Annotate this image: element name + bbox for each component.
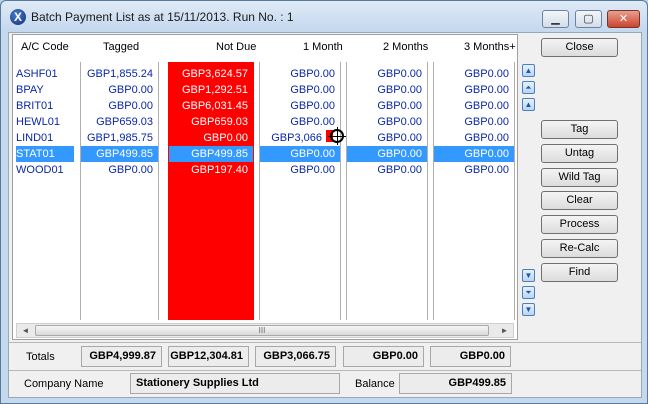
not-due-column: GBP3,624.57 GBP1,292.51 GBP6,031.45 GBP6…	[168, 62, 254, 320]
tagged-cell-selected[interactable]: GBP499.85	[81, 146, 158, 162]
app-icon: X	[10, 9, 26, 25]
not-due-cell[interactable]: GBP3,624.57	[169, 66, 253, 82]
not-due-cell[interactable]: GBP6,031.45	[169, 98, 253, 114]
one-month-cell[interactable]: GBP0.00	[260, 162, 340, 178]
one-month-cell-selected[interactable]: GBP0.00	[260, 146, 340, 162]
move-down-icon[interactable]: ▼	[522, 269, 535, 282]
two-months-cell[interactable]: GBP0.00	[347, 66, 427, 82]
header-2-months[interactable]: 2 Months	[383, 41, 428, 53]
header-code[interactable]: A/C Code	[21, 41, 69, 53]
clear-button[interactable]: Clear	[541, 191, 618, 210]
scroll-thumb[interactable]: III	[35, 325, 489, 336]
tagged-cell[interactable]: GBP1,985.75	[81, 130, 158, 146]
tagged-cell[interactable]: GBP0.00	[81, 82, 158, 98]
close-button[interactable]: Close	[541, 38, 618, 57]
separator	[9, 342, 641, 343]
not-due-cell[interactable]: GBP659.03	[169, 114, 253, 130]
title-bar[interactable]: X Batch Payment List as at 15/11/2013. R…	[1, 1, 647, 31]
maximize-button[interactable]: ▢	[575, 10, 602, 28]
two-months-cell[interactable]: GBP0.00	[347, 130, 427, 146]
tagged-column: GBP1,855.24 GBP0.00 GBP0.00 GBP659.03 GB…	[80, 62, 159, 320]
crosshair-cursor-icon	[328, 127, 346, 145]
not-due-cell[interactable]: GBP1,292.51	[169, 82, 253, 98]
two-months-cell[interactable]: GBP0.00	[347, 114, 427, 130]
company-name-field: Stationery Supplies Ltd	[130, 373, 340, 394]
one-month-cell[interactable]: GBP0.00	[260, 82, 340, 98]
scroll-left-icon[interactable]: ◄	[18, 324, 33, 337]
three-months-cell[interactable]: GBP0.00	[434, 98, 514, 114]
row-code-selected[interactable]: STAT01	[16, 146, 74, 162]
batch-payment-window: X Batch Payment List as at 15/11/2013. R…	[0, 0, 648, 404]
totals-label: Totals	[26, 351, 55, 363]
minimize-button[interactable]: ▁	[542, 10, 569, 28]
close-window-button[interactable]: ✕	[607, 10, 640, 28]
header-3-months[interactable]: 3 Months+	[464, 41, 516, 53]
move-up-icon[interactable]: ▲	[522, 98, 535, 111]
two-months-cell[interactable]: GBP0.00	[347, 98, 427, 114]
not-due-cell[interactable]: GBP197.40	[169, 162, 253, 178]
header-1-month[interactable]: 1 Month	[303, 41, 343, 53]
three-months-cell[interactable]: GBP0.00	[434, 114, 514, 130]
two-months-cell-selected[interactable]: GBP0.00	[347, 146, 427, 162]
three-months-cell[interactable]: GBP0.00	[434, 82, 514, 98]
client-area: A/C Code Tagged Not Due 1 Month 2 Months…	[8, 32, 642, 398]
tag-button[interactable]: Tag	[541, 120, 618, 139]
row-code[interactable]: HEWL01	[16, 114, 74, 130]
not-due-cell-selected[interactable]: GBP499.85	[169, 146, 253, 162]
process-button[interactable]: Process	[541, 215, 618, 234]
three-months-column: GBP0.00 GBP0.00 GBP0.00 GBP0.00 GBP0.00 …	[433, 62, 515, 320]
row-code[interactable]: BRIT01	[16, 98, 74, 114]
scroll-down-icon[interactable]: ▼	[522, 303, 535, 316]
total-1-month: GBP3,066.75	[255, 346, 336, 367]
row-code[interactable]: WOOD01	[16, 162, 74, 178]
one-month-column: GBP0.00 GBP0.00 GBP0.00 GBP0.00 GBP3,066…	[259, 62, 341, 320]
find-button[interactable]: Find	[541, 263, 618, 282]
untag-button[interactable]: Untag	[541, 144, 618, 163]
payment-grid[interactable]: A/C Code Tagged Not Due 1 Month 2 Months…	[12, 34, 518, 340]
code-column: ASHF01 BPAY BRIT01 HEWL01 LIND01 STAT01 …	[13, 62, 75, 320]
row-code[interactable]: LIND01	[16, 130, 74, 146]
three-months-cell-selected[interactable]: GBP0.00	[434, 146, 514, 162]
page-down-icon[interactable]: ⏷	[522, 286, 535, 299]
two-months-column: GBP0.00 GBP0.00 GBP0.00 GBP0.00 GBP0.00 …	[346, 62, 428, 320]
one-month-cell[interactable]: GBP0.00	[260, 114, 340, 130]
scroll-right-icon[interactable]: ►	[497, 324, 512, 337]
total-2-months: GBP0.00	[343, 346, 424, 367]
recalc-button[interactable]: Re-Calc	[541, 239, 618, 258]
tagged-cell[interactable]: GBP1,855.24	[81, 66, 158, 82]
header-tagged[interactable]: Tagged	[103, 41, 139, 53]
three-months-cell[interactable]: GBP0.00	[434, 162, 514, 178]
three-months-cell[interactable]: GBP0.00	[434, 66, 514, 82]
row-code[interactable]: ASHF01	[16, 66, 74, 82]
not-due-cell[interactable]: GBP0.00	[169, 130, 253, 146]
tagged-cell[interactable]: GBP0.00	[81, 162, 158, 178]
company-name-label: Company Name	[24, 378, 104, 390]
total-tagged: GBP4,999.87	[81, 346, 162, 367]
scroll-up-icon[interactable]: ▲	[522, 64, 535, 77]
window-title: Batch Payment List as at 15/11/2013. Run…	[31, 10, 294, 24]
two-months-cell[interactable]: GBP0.00	[347, 162, 427, 178]
balance-field: GBP499.85	[399, 373, 512, 394]
one-month-cell[interactable]: GBP0.00	[260, 98, 340, 114]
tagged-cell[interactable]: GBP0.00	[81, 98, 158, 114]
tagged-cell[interactable]: GBP659.03	[81, 114, 158, 130]
one-month-cell[interactable]: GBP0.00	[260, 66, 340, 82]
row-code[interactable]: BPAY	[16, 82, 74, 98]
total-not-due: GBP12,304.81	[168, 346, 249, 367]
page-up-icon[interactable]: ⏶	[522, 81, 535, 94]
horizontal-scrollbar[interactable]: ◄ III ►	[16, 323, 514, 338]
header-not-due[interactable]: Not Due	[216, 41, 256, 53]
separator	[9, 370, 641, 371]
two-months-cell[interactable]: GBP0.00	[347, 82, 427, 98]
three-months-cell[interactable]: GBP0.00	[434, 130, 514, 146]
balance-label: Balance	[355, 378, 395, 390]
total-3-months: GBP0.00	[430, 346, 511, 367]
wild-tag-button[interactable]: Wild Tag	[541, 168, 618, 187]
